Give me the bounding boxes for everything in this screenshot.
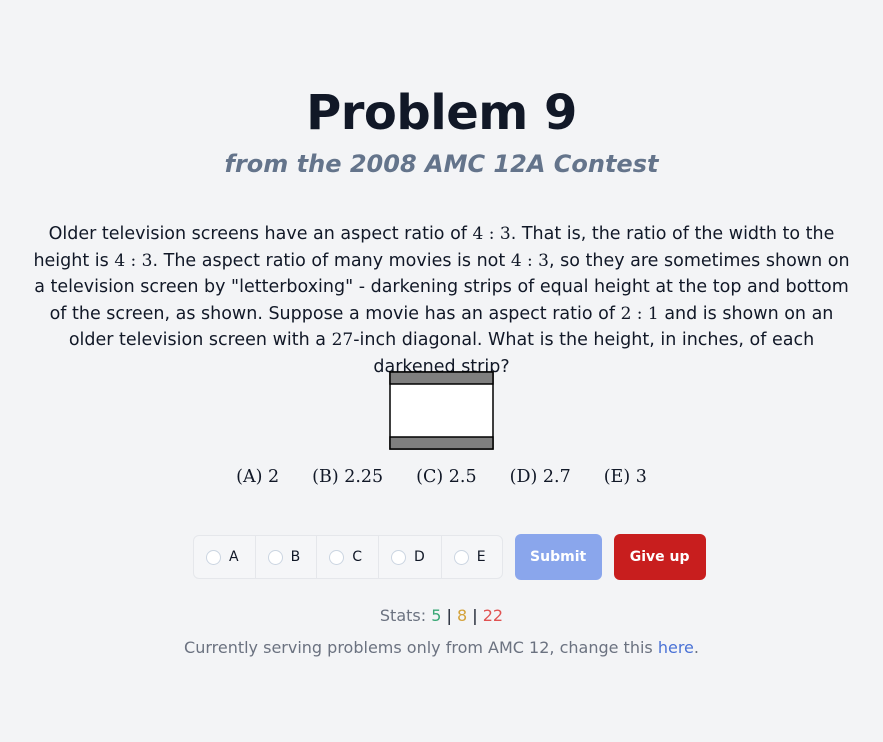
radio-button[interactable] xyxy=(329,549,345,565)
radio-option-a[interactable]: A xyxy=(194,536,256,578)
problem-text: . The aspect ratio of many movies is not xyxy=(152,250,511,271)
radio-label: C xyxy=(352,549,362,565)
stat-separator: | xyxy=(472,606,478,625)
math-expression: 2 : 1 xyxy=(620,303,659,324)
problem-text: Older television screens have an aspect … xyxy=(48,224,473,244)
stat-separator: | xyxy=(446,606,452,625)
contest-subtitle: from the 2008 AMC 12A Contest xyxy=(224,150,659,178)
choice-e: (E) 3 xyxy=(603,467,647,487)
stat-incorrect: 22 xyxy=(482,606,504,625)
math-expression: 4 : 3 xyxy=(510,250,549,271)
radio-label: B xyxy=(290,549,301,565)
math-expression: 27 xyxy=(331,330,354,350)
footer-period: . xyxy=(693,638,699,657)
radio-option-b[interactable]: B xyxy=(256,536,318,578)
stats-line: Stats: 5 | 8 | 22 xyxy=(0,605,883,627)
answer-choices: (A) 2 (B) 2.25 (C) 2.5 (D) 2.7 (E) 3 xyxy=(0,467,883,487)
math-expression: 4 : 3 xyxy=(114,250,153,271)
radio-button[interactable] xyxy=(453,549,469,565)
stat-gave-up: 8 xyxy=(456,606,468,625)
choice-a: (A) 2 xyxy=(236,467,280,487)
choice-d: (D) 2.7 xyxy=(509,467,571,487)
radio-option-e[interactable]: E xyxy=(442,536,502,578)
answer-radio-group: A B C D E xyxy=(193,535,503,579)
radio-button[interactable] xyxy=(267,549,283,565)
letterbox-diagram xyxy=(389,371,494,450)
stat-correct: 5 xyxy=(431,606,442,625)
problem-text: -inch diagonal. What is the height, in i… xyxy=(353,330,815,377)
radio-option-c[interactable]: C xyxy=(317,536,379,578)
footer-text: Currently serving problems only from AMC… xyxy=(184,638,658,657)
submit-button[interactable]: Submit xyxy=(514,534,602,580)
math-expression: 4 : 3 xyxy=(472,224,511,244)
choice-c: (C) 2.5 xyxy=(416,467,477,487)
radio-label: E xyxy=(476,549,486,565)
give-up-button[interactable]: Give up xyxy=(613,534,706,580)
radio-option-d[interactable]: D xyxy=(379,536,442,578)
radio-label: A xyxy=(229,549,239,565)
bottom-dark-strip xyxy=(389,436,494,450)
problem-statement: Older television screens have an aspect … xyxy=(30,221,853,380)
radio-button[interactable] xyxy=(206,549,221,565)
answer-form: A B C D E Submit Give up xyxy=(193,534,706,580)
letterbox-figure xyxy=(389,371,494,454)
choice-b: (B) 2.25 xyxy=(312,467,384,487)
change-contest-link[interactable]: here xyxy=(658,638,694,657)
footer-note: Currently serving problems only from AMC… xyxy=(0,637,883,659)
page-title: Problem 9 xyxy=(306,85,577,141)
radio-button[interactable] xyxy=(390,549,406,565)
stats-label: Stats: xyxy=(379,606,432,625)
radio-label: D xyxy=(413,549,425,565)
top-dark-strip xyxy=(389,371,494,385)
